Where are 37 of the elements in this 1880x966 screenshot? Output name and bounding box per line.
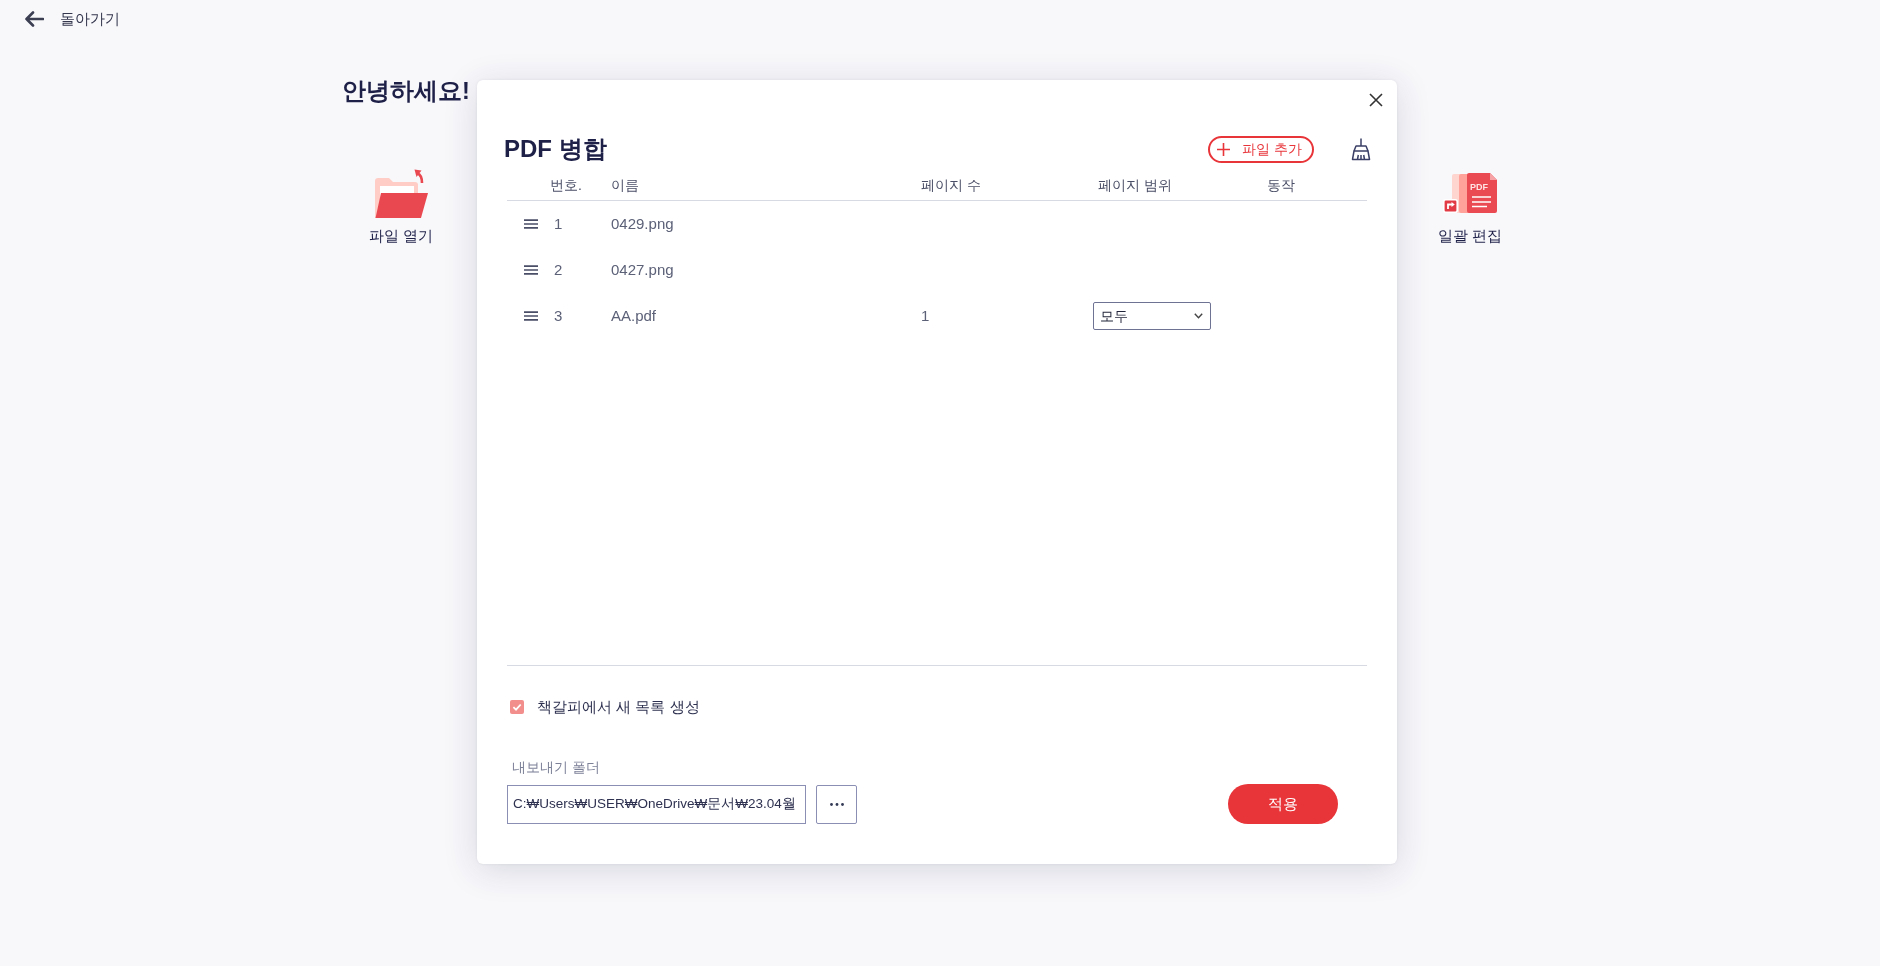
- table-cell: 3: [554, 307, 563, 324]
- drag-handle-icon[interactable]: [524, 219, 538, 229]
- drag-handle-icon[interactable]: [524, 311, 538, 321]
- file-type-label: PDF: [1470, 182, 1488, 193]
- checkbox-label: 책갈피에서 새 목록 생성: [537, 698, 700, 716]
- column-header: 페이지 범위: [1097, 177, 1172, 193]
- table-cell: 2: [554, 261, 563, 278]
- column-header: 이름: [611, 177, 639, 193]
- home-action-button[interactable]: 파일 열기: [351, 168, 451, 245]
- chevron-down-icon: [1194, 313, 1203, 319]
- close-icon[interactable]: [1369, 93, 1383, 107]
- back-button[interactable]: 돌아가기: [22, 8, 122, 30]
- plus-icon: [1217, 142, 1231, 156]
- drag-handle-icon[interactable]: [524, 265, 538, 275]
- table-cell: 1: [921, 307, 930, 324]
- pdf-file-icon: [1443, 173, 1497, 213]
- add-file-button[interactable]: 파일 추가: [1208, 135, 1314, 163]
- greeting-heading: 안녕하세요!: [342, 77, 470, 106]
- apply-button[interactable]: 적용: [1228, 784, 1338, 824]
- checkbox[interactable]: [510, 700, 524, 714]
- table-cell: 0427.png: [611, 261, 674, 278]
- dialog-title: PDF 병합: [504, 135, 607, 162]
- folder-path-field[interactable]: C:₩Users₩USER₩OneDrive₩문서₩23.04월: [507, 784, 806, 824]
- table-cell: 1: [554, 215, 563, 232]
- broom-icon[interactable]: [1349, 137, 1373, 161]
- field-label: 내보내기 폴더: [512, 758, 600, 776]
- column-header: 동작: [1266, 177, 1295, 193]
- table-cell: AA.pdf: [611, 307, 657, 324]
- browse-button[interactable]: [816, 784, 857, 824]
- column-header: 페이지 수: [921, 177, 981, 193]
- ellipsis-icon: [829, 802, 844, 806]
- table-cell: 0429.png: [611, 215, 674, 232]
- home-action-button[interactable]: PDF 일괄 편집: [1420, 168, 1520, 245]
- arrow-left-icon: [24, 11, 44, 27]
- column-header: 번호.: [550, 177, 582, 193]
- page-range-dropdown[interactable]: 모두: [1093, 302, 1211, 330]
- folder-icon: [374, 169, 428, 218]
